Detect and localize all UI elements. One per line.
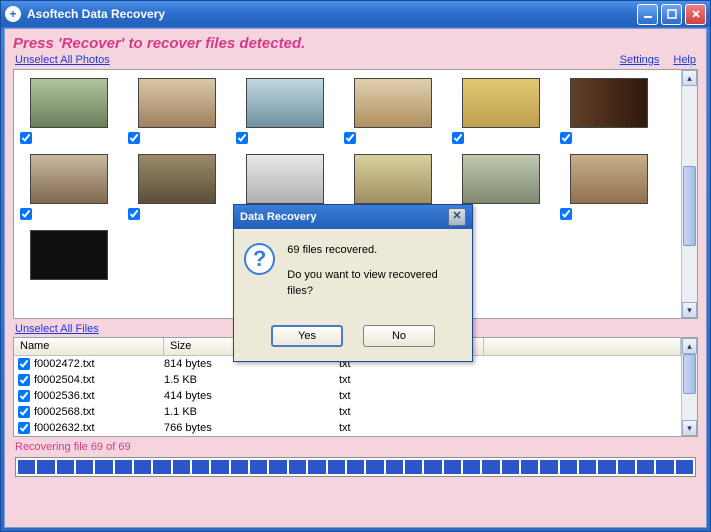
scroll-down-arrow-icon[interactable]: ▾ xyxy=(682,302,697,318)
thumbnail-image xyxy=(570,154,648,204)
help-link[interactable]: Help xyxy=(673,54,696,66)
file-row[interactable]: f0002632.txt766 bytestxt xyxy=(14,420,681,436)
titlebar[interactable]: + Asoftech Data Recovery xyxy=(1,1,710,27)
photo-thumb[interactable] xyxy=(462,78,540,128)
scroll-up-arrow-icon[interactable]: ▴ xyxy=(682,70,697,86)
photo-thumb[interactable] xyxy=(30,230,108,280)
file-checkbox[interactable] xyxy=(18,390,30,402)
column-header-blank[interactable] xyxy=(484,338,681,355)
file-scrollbar[interactable]: ▴ ▾ xyxy=(681,338,697,436)
question-icon: ? xyxy=(244,243,275,275)
file-ext: txt xyxy=(339,406,439,418)
thumbnail-image xyxy=(246,154,324,204)
photo-thumb[interactable] xyxy=(30,78,108,128)
recovery-dialog: Data Recovery ✕ ? 69 files recovered. Do… xyxy=(233,204,473,362)
photo-thumb[interactable] xyxy=(138,78,216,128)
photo-thumb[interactable] xyxy=(462,154,540,204)
no-button[interactable]: No xyxy=(363,325,435,347)
progress-bar xyxy=(15,457,696,477)
thumbnail-image xyxy=(138,154,216,204)
photo-checkbox[interactable] xyxy=(452,132,464,144)
file-name: f0002504.txt xyxy=(34,374,164,386)
file-name: f0002568.txt xyxy=(34,406,164,418)
maximize-button[interactable] xyxy=(661,4,682,25)
file-name: f0002632.txt xyxy=(34,422,164,434)
photo-scrollbar[interactable]: ▴ ▾ xyxy=(681,70,697,318)
file-ext: txt xyxy=(339,374,439,386)
scroll-track[interactable] xyxy=(682,86,697,302)
scroll-thumb[interactable] xyxy=(683,354,696,394)
dialog-line1: 69 files recovered. xyxy=(287,243,462,258)
photo-thumb[interactable] xyxy=(246,154,324,204)
thumbnail-image xyxy=(246,78,324,128)
dialog-close-button[interactable]: ✕ xyxy=(448,208,466,226)
dialog-buttons: Yes No xyxy=(234,319,472,361)
scroll-up-arrow-icon[interactable]: ▴ xyxy=(682,338,697,354)
file-checkbox[interactable] xyxy=(18,406,30,418)
photo-thumb[interactable] xyxy=(354,78,432,128)
scroll-down-arrow-icon[interactable]: ▾ xyxy=(682,420,697,436)
photo-thumb[interactable] xyxy=(570,78,648,128)
file-size: 1.1 KB xyxy=(164,406,339,418)
photo-checkbox[interactable] xyxy=(560,132,572,144)
file-checkbox[interactable] xyxy=(18,374,30,386)
file-name: f0002536.txt xyxy=(34,390,164,402)
dialog-text: 69 files recovered. Do you want to view … xyxy=(287,243,462,309)
thumbnail-image xyxy=(30,78,108,128)
window-controls xyxy=(637,4,706,25)
file-row[interactable]: f0002568.txt1.1 KBtxt xyxy=(14,404,681,420)
photo-checkbox[interactable] xyxy=(560,208,572,220)
yes-button[interactable]: Yes xyxy=(271,325,343,347)
file-checkbox[interactable] xyxy=(18,358,30,370)
file-checkbox[interactable] xyxy=(18,422,30,434)
thumbnail-image xyxy=(570,78,648,128)
window-title: Asoftech Data Recovery xyxy=(27,7,637,21)
dialog-body: ? 69 files recovered. Do you want to vie… xyxy=(234,229,472,319)
photo-checkbox[interactable] xyxy=(344,132,356,144)
column-header-name[interactable]: Name xyxy=(14,338,164,355)
file-size: 766 bytes xyxy=(164,422,339,434)
file-ext: txt xyxy=(339,390,439,402)
thumbnail-image xyxy=(138,78,216,128)
file-size: 414 bytes xyxy=(164,390,339,402)
scroll-thumb[interactable] xyxy=(683,166,696,246)
settings-link[interactable]: Settings xyxy=(620,54,660,66)
photo-thumb[interactable] xyxy=(138,154,216,204)
photo-checkbox[interactable] xyxy=(20,208,32,220)
instruction-text: Press 'Recover' to recover files detecte… xyxy=(5,29,706,54)
photo-checkbox[interactable] xyxy=(236,132,248,144)
file-row[interactable]: f0002504.txt1.5 KBtxt xyxy=(14,372,681,388)
dialog-titlebar[interactable]: Data Recovery ✕ xyxy=(234,205,472,229)
thumbnail-image xyxy=(30,154,108,204)
thumbnail-image xyxy=(462,78,540,128)
thumbnail-image xyxy=(354,154,432,204)
app-icon: + xyxy=(5,6,21,22)
file-rows: f0002472.txt814 bytestxtf0002504.txt1.5 … xyxy=(14,356,681,436)
file-name: f0002472.txt xyxy=(34,358,164,370)
thumbnail-image xyxy=(354,78,432,128)
minimize-button[interactable] xyxy=(637,4,658,25)
photo-thumb[interactable] xyxy=(246,78,324,128)
close-button[interactable] xyxy=(685,4,706,25)
top-links-row: Unselect All Photos Settings Help xyxy=(5,54,706,69)
file-row[interactable]: f0002536.txt414 bytestxt xyxy=(14,388,681,404)
unselect-all-photos-link[interactable]: Unselect All Photos xyxy=(15,54,110,66)
photo-thumb[interactable] xyxy=(30,154,108,204)
photo-checkbox[interactable] xyxy=(20,132,32,144)
photo-checkbox[interactable] xyxy=(128,208,140,220)
dialog-line2: Do you want to view recovered files? xyxy=(287,268,462,299)
scroll-track[interactable] xyxy=(682,354,697,420)
status-text: Recovering file 69 of 69 xyxy=(5,437,706,455)
thumbnail-image xyxy=(30,230,108,280)
photo-thumb[interactable] xyxy=(354,154,432,204)
photo-checkbox[interactable] xyxy=(128,132,140,144)
file-ext: txt xyxy=(339,422,439,434)
unselect-all-files-link[interactable]: Unselect All Files xyxy=(15,323,99,335)
photo-thumb[interactable] xyxy=(570,154,648,204)
app-window: + Asoftech Data Recovery Press 'Recover'… xyxy=(0,0,711,532)
thumbnail-image xyxy=(462,154,540,204)
dialog-title: Data Recovery xyxy=(240,211,448,223)
file-size: 1.5 KB xyxy=(164,374,339,386)
